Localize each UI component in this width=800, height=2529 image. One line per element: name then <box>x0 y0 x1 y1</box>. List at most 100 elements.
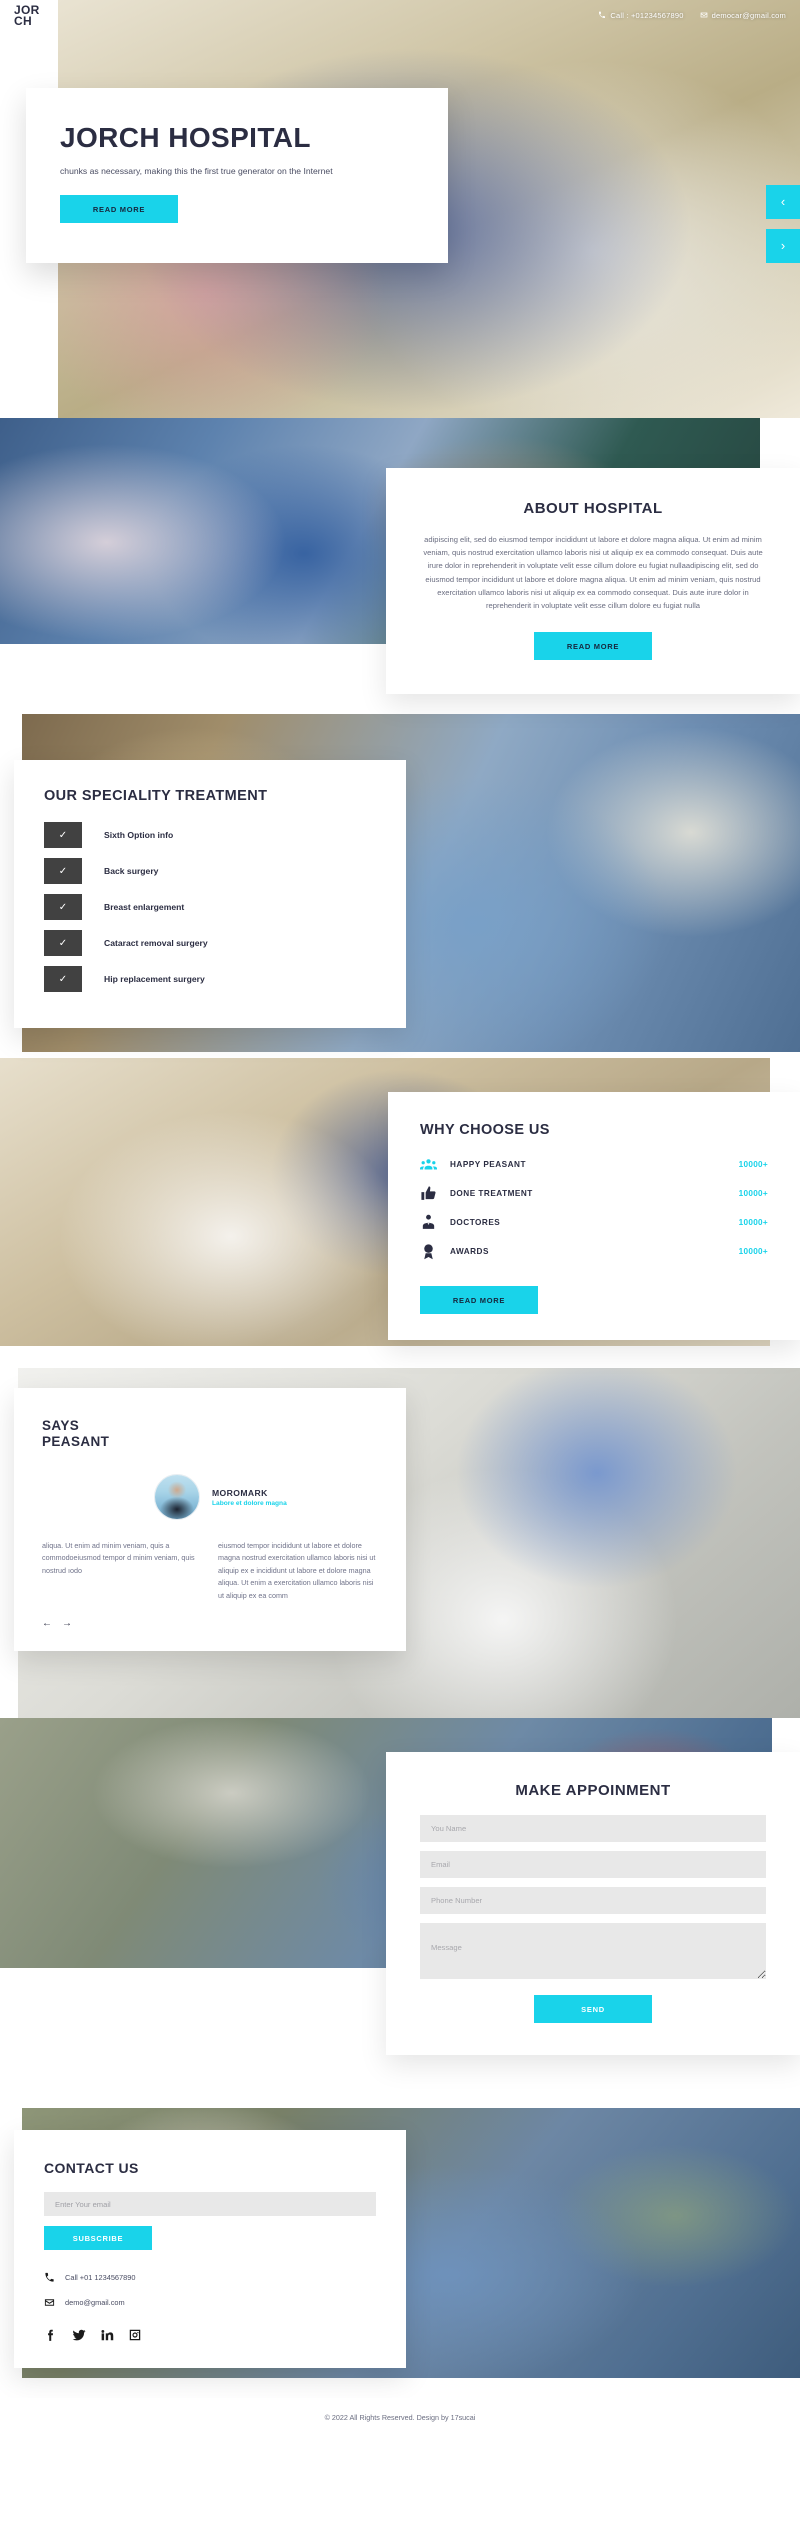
why-title: WHY CHOOSE US <box>420 1122 550 1138</box>
check-icon: ✓ <box>44 894 82 920</box>
why-stat-row: DOCTORES 10000+ <box>420 1214 768 1231</box>
testimonial-next-button[interactable]: → <box>62 1618 72 1629</box>
appointment-section: MAKE APPOINMENT SEND <box>0 1718 800 2108</box>
why-read-more-button[interactable]: READ MORE <box>420 1286 538 1314</box>
contact-title: CONTACT US <box>44 2160 139 2176</box>
contact-content-card: CONTACT US SUBSCRIBE Call +01 1234567890… <box>14 2130 406 2368</box>
copyright-text: © 2022 All Rights Reserved. Design by 17… <box>324 2413 476 2422</box>
speciality-content-card: OUR SPECIALITY TREATMENT ✓ Sixth Option … <box>14 760 406 1028</box>
mail-icon <box>44 2299 55 2306</box>
name-field[interactable] <box>420 1815 766 1842</box>
check-icon: ✓ <box>44 822 82 848</box>
topbar-email[interactable]: democar@gmail.com <box>700 11 786 20</box>
send-button[interactable]: SEND <box>534 1995 652 2023</box>
speciality-item-label: Back surgery <box>104 866 159 876</box>
contact-phone[interactable]: Call +01 1234567890 <box>44 2272 376 2283</box>
why-choose-us-section: WHY CHOOSE US HAPPY PEASANT 10000+ DONE … <box>0 1058 800 1358</box>
social-links <box>44 2328 376 2342</box>
speciality-item-label: Sixth Option info <box>104 830 174 840</box>
speciality-item-label: Breast enlargement <box>104 902 185 912</box>
linkedin-icon[interactable] <box>100 2328 114 2342</box>
hero-content-card: JORCH HOSPITAL chunks as necessary, maki… <box>26 88 448 263</box>
testimonial-title-line-1: SAYS <box>42 1418 80 1433</box>
contact-phone-text: Call +01 1234567890 <box>65 2273 136 2282</box>
why-stat-row: AWARDS 10000+ <box>420 1243 768 1260</box>
check-icon: ✓ <box>44 858 82 884</box>
subscribe-email-input[interactable] <box>44 2192 376 2216</box>
topbar-phone[interactable]: Call : +01234567890 <box>598 11 683 20</box>
speciality-item[interactable]: ✓ Cataract removal surgery <box>44 930 376 956</box>
why-stat-label: DONE TREATMENT <box>450 1189 533 1198</box>
email-field[interactable] <box>420 1851 766 1878</box>
testimonial-person-meta: MOROMARK Labore et dolore magna <box>212 1488 287 1507</box>
speciality-item-label: Cataract removal surgery <box>104 938 208 948</box>
doctor-icon <box>420 1214 450 1231</box>
twitter-icon[interactable] <box>72 2328 86 2342</box>
why-stat-label: HAPPY PEASANT <box>450 1160 526 1169</box>
subscribe-button[interactable]: SUBSCRIBE <box>44 2226 152 2250</box>
why-content-card: WHY CHOOSE US HAPPY PEASANT 10000+ DONE … <box>388 1092 800 1340</box>
phone-field[interactable] <box>420 1887 766 1914</box>
testimonial-nav: ← → <box>42 1618 378 1629</box>
about-title: ABOUT HOSPITAL <box>523 500 663 517</box>
why-stat-count: 10000+ <box>738 1218 768 1227</box>
why-stat-count: 10000+ <box>738 1247 768 1256</box>
topbar-phone-text: Call : +01234567890 <box>610 10 684 20</box>
hero-slider-nav: ‹ › <box>766 185 800 273</box>
about-section: ABOUT HOSPITAL adipiscing elit, sed do e… <box>0 418 800 708</box>
about-content-card: ABOUT HOSPITAL adipiscing elit, sed do e… <box>386 468 800 695</box>
speciality-item[interactable]: ✓ Hip replacement surgery <box>44 966 376 992</box>
check-icon: ✓ <box>44 966 82 992</box>
contact-section: CONTACT US SUBSCRIBE Call +01 1234567890… <box>0 2108 800 2398</box>
landing-page: Call : +01234567890 democar@gmail.com JO… <box>0 0 800 2437</box>
speciality-item[interactable]: ✓ Sixth Option info <box>44 822 376 848</box>
appointment-title: MAKE APPOINMENT <box>515 1782 671 1799</box>
mail-icon <box>700 12 707 18</box>
testimonial-prev-button[interactable]: ← <box>42 1618 52 1629</box>
speciality-section: OUR SPECIALITY TREATMENT ✓ Sixth Option … <box>0 708 800 1058</box>
testimonial-person: MOROMARK Labore et dolore magna <box>154 1474 378 1520</box>
about-read-more-button[interactable]: READ MORE <box>534 632 652 661</box>
page-title: JORCH HOSPITAL <box>60 122 311 153</box>
avatar-photo <box>155 1475 199 1519</box>
testimonial-person-name: MOROMARK <box>212 1487 268 1498</box>
testimonial-title-line-2: PEASANT <box>42 1434 110 1449</box>
why-stat-row: HAPPY PEASANT 10000+ <box>420 1156 768 1173</box>
contact-email-text: demo@gmail.com <box>65 2298 125 2307</box>
phone-icon <box>45 2272 54 2282</box>
slider-prev-button[interactable]: ‹ <box>766 185 800 219</box>
hero-subtitle: chunks as necessary, making this the fir… <box>60 166 333 176</box>
logo-line-2: CH <box>14 14 32 28</box>
topbar-email-text: democar@gmail.com <box>711 10 786 20</box>
why-stat-label: DOCTORES <box>450 1218 501 1227</box>
contact-email[interactable]: demo@gmail.com <box>44 2297 376 2308</box>
testimonial-text-columns: aliqua. Ut enim ad minim veniam, quis a … <box>42 1540 378 1602</box>
speciality-item-label: Hip replacement surgery <box>104 974 205 984</box>
testimonial-text-left: aliqua. Ut enim ad minim veniam, quis a … <box>42 1541 195 1575</box>
why-stat-label: AWARDS <box>450 1247 489 1256</box>
why-stat-count: 10000+ <box>738 1160 768 1169</box>
speciality-title: OUR SPECIALITY TREATMENT <box>44 788 268 804</box>
site-logo[interactable]: JOR CH <box>14 4 40 28</box>
testimonial-content-card: SAYS PEASANT MOROMARK Labore et dolore m… <box>14 1388 406 1652</box>
footer: © 2022 All Rights Reserved. Design by 17… <box>0 2398 800 2437</box>
avatar <box>154 1474 200 1520</box>
slider-next-button[interactable]: › <box>766 229 800 263</box>
phone-icon <box>599 11 606 18</box>
appointment-form-card: MAKE APPOINMENT SEND <box>386 1752 800 2055</box>
instagram-icon[interactable] <box>128 2328 142 2342</box>
hero-section: Call : +01234567890 democar@gmail.com JO… <box>0 0 800 418</box>
testimonial-text-right: eiusmod tempor incididunt ut labore et d… <box>218 1541 376 1600</box>
speciality-item[interactable]: ✓ Breast enlargement <box>44 894 376 920</box>
why-stat-count: 10000+ <box>738 1189 768 1198</box>
testimonial-person-role: Labore et dolore magna <box>212 1499 287 1507</box>
message-field[interactable] <box>420 1923 766 1979</box>
people-group-icon <box>420 1156 450 1173</box>
speciality-item[interactable]: ✓ Back surgery <box>44 858 376 884</box>
hero-read-more-button[interactable]: READ MORE <box>60 195 178 223</box>
check-icon: ✓ <box>44 930 82 956</box>
facebook-icon[interactable] <box>44 2328 58 2342</box>
about-body: adipiscing elit, sed do eiusmod tempor i… <box>423 535 763 611</box>
top-contact-bar: Call : +01234567890 democar@gmail.com <box>0 0 800 30</box>
testimonial-section: SAYS PEASANT MOROMARK Labore et dolore m… <box>0 1358 800 1718</box>
